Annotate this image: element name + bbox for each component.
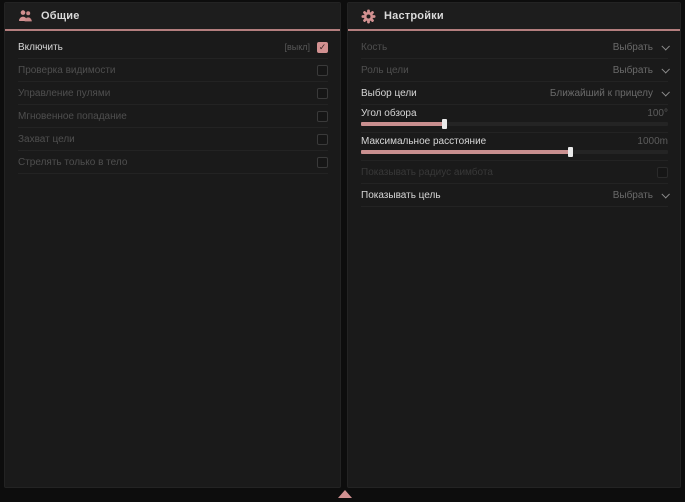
row-slider: Максимальное расстояние 1000m (361, 133, 668, 161)
select-value: Ближайший к прицелу (550, 88, 653, 99)
gear-icon (361, 9, 376, 24)
checkbox[interactable] (317, 88, 328, 99)
row-checkbox: Проверка видимости (18, 59, 328, 82)
row-label: Максимальное расстояние (361, 136, 486, 147)
select[interactable]: Выбрать (613, 65, 668, 76)
panel-settings: Настройки Кость Выбрать Роль цели Выбрать Вы… (347, 2, 681, 488)
row-controls (317, 157, 328, 168)
row-label: Мгновенное попадание (18, 111, 127, 122)
row-controls: [выкл] ✓ (284, 42, 328, 53)
chevron-down-icon (661, 65, 669, 73)
slider-handle[interactable] (442, 119, 447, 129)
row-controls (317, 88, 328, 99)
chevron-down-icon (661, 190, 669, 198)
select-value: Выбрать (613, 190, 653, 201)
slider-track[interactable] (361, 122, 668, 126)
row-checkbox: Показывать радиус аимбота (361, 161, 668, 184)
panel-general-body: Включить [выкл] ✓ Проверка видимости Управле… (5, 31, 340, 174)
slider-handle[interactable] (568, 147, 573, 157)
panel-title: Общие (41, 10, 80, 22)
checkbox (657, 167, 668, 178)
select[interactable]: Выбрать (613, 42, 668, 53)
select-value: Выбрать (613, 42, 653, 53)
people-icon (18, 9, 33, 24)
slider-value: 100° (647, 108, 668, 119)
slider-value: 1000m (637, 136, 668, 147)
select-value: Выбрать (613, 65, 653, 76)
row-controls: Ближайший к прицелу (550, 88, 668, 99)
panel-general: Общие Включить [выкл] ✓ Проверка видимости У… (4, 2, 341, 488)
slider-fill (361, 150, 570, 154)
row-controls (317, 65, 328, 76)
row-select: Выбор цели Ближайший к прицелу (361, 82, 668, 105)
checkbox[interactable]: ✓ (317, 42, 328, 53)
row-checkbox: Стрелять только в тело (18, 151, 328, 174)
select[interactable]: Выбрать (613, 190, 668, 201)
row-controls: Выбрать (613, 65, 668, 76)
row-select: Роль цели Выбрать (361, 59, 668, 82)
row-label: Кость (361, 42, 387, 53)
chevron-down-icon (661, 88, 669, 96)
row-label: Выбор цели (361, 88, 417, 99)
panel-general-header: Общие (5, 3, 340, 31)
row-checkbox: Включить [выкл] ✓ (18, 36, 328, 59)
row-select: Показывать цель Выбрать (361, 184, 668, 207)
checkbox[interactable] (317, 157, 328, 168)
row-controls: Выбрать (613, 42, 668, 53)
row-label: Показывать цель (361, 190, 441, 201)
row-controls: Выбрать (613, 190, 668, 201)
row-label: Управление пулями (18, 88, 110, 99)
row-select: Кость Выбрать (361, 36, 668, 59)
panel-settings-header: Настройки (348, 3, 680, 31)
cursor-triangle-icon (338, 490, 352, 498)
hotkey-hint: [выкл] (284, 42, 310, 52)
row-slider: Угол обзора 100° (361, 105, 668, 133)
select[interactable]: Ближайший к прицелу (550, 88, 668, 99)
row-controls (657, 167, 668, 178)
panel-title: Настройки (384, 10, 444, 22)
row-controls (317, 134, 328, 145)
row-label: Включить (18, 42, 63, 53)
checkbox[interactable] (317, 134, 328, 145)
slider-fill (361, 122, 444, 126)
panel-settings-body: Кость Выбрать Роль цели Выбрать Выбор цели Бл… (348, 31, 680, 207)
row-label: Проверка видимости (18, 65, 116, 76)
row-checkbox: Мгновенное попадание (18, 105, 328, 128)
checkbox[interactable] (317, 65, 328, 76)
chevron-down-icon (661, 42, 669, 50)
checkbox[interactable] (317, 111, 328, 122)
row-controls (317, 111, 328, 122)
row-label: Показывать радиус аимбота (361, 167, 493, 178)
row-checkbox: Захват цели (18, 128, 328, 151)
row-label: Роль цели (361, 65, 409, 76)
row-label: Захват цели (18, 134, 75, 145)
slider-track[interactable] (361, 150, 668, 154)
row-label: Стрелять только в тело (18, 157, 127, 168)
row-label: Угол обзора (361, 108, 417, 119)
row-checkbox: Управление пулями (18, 82, 328, 105)
